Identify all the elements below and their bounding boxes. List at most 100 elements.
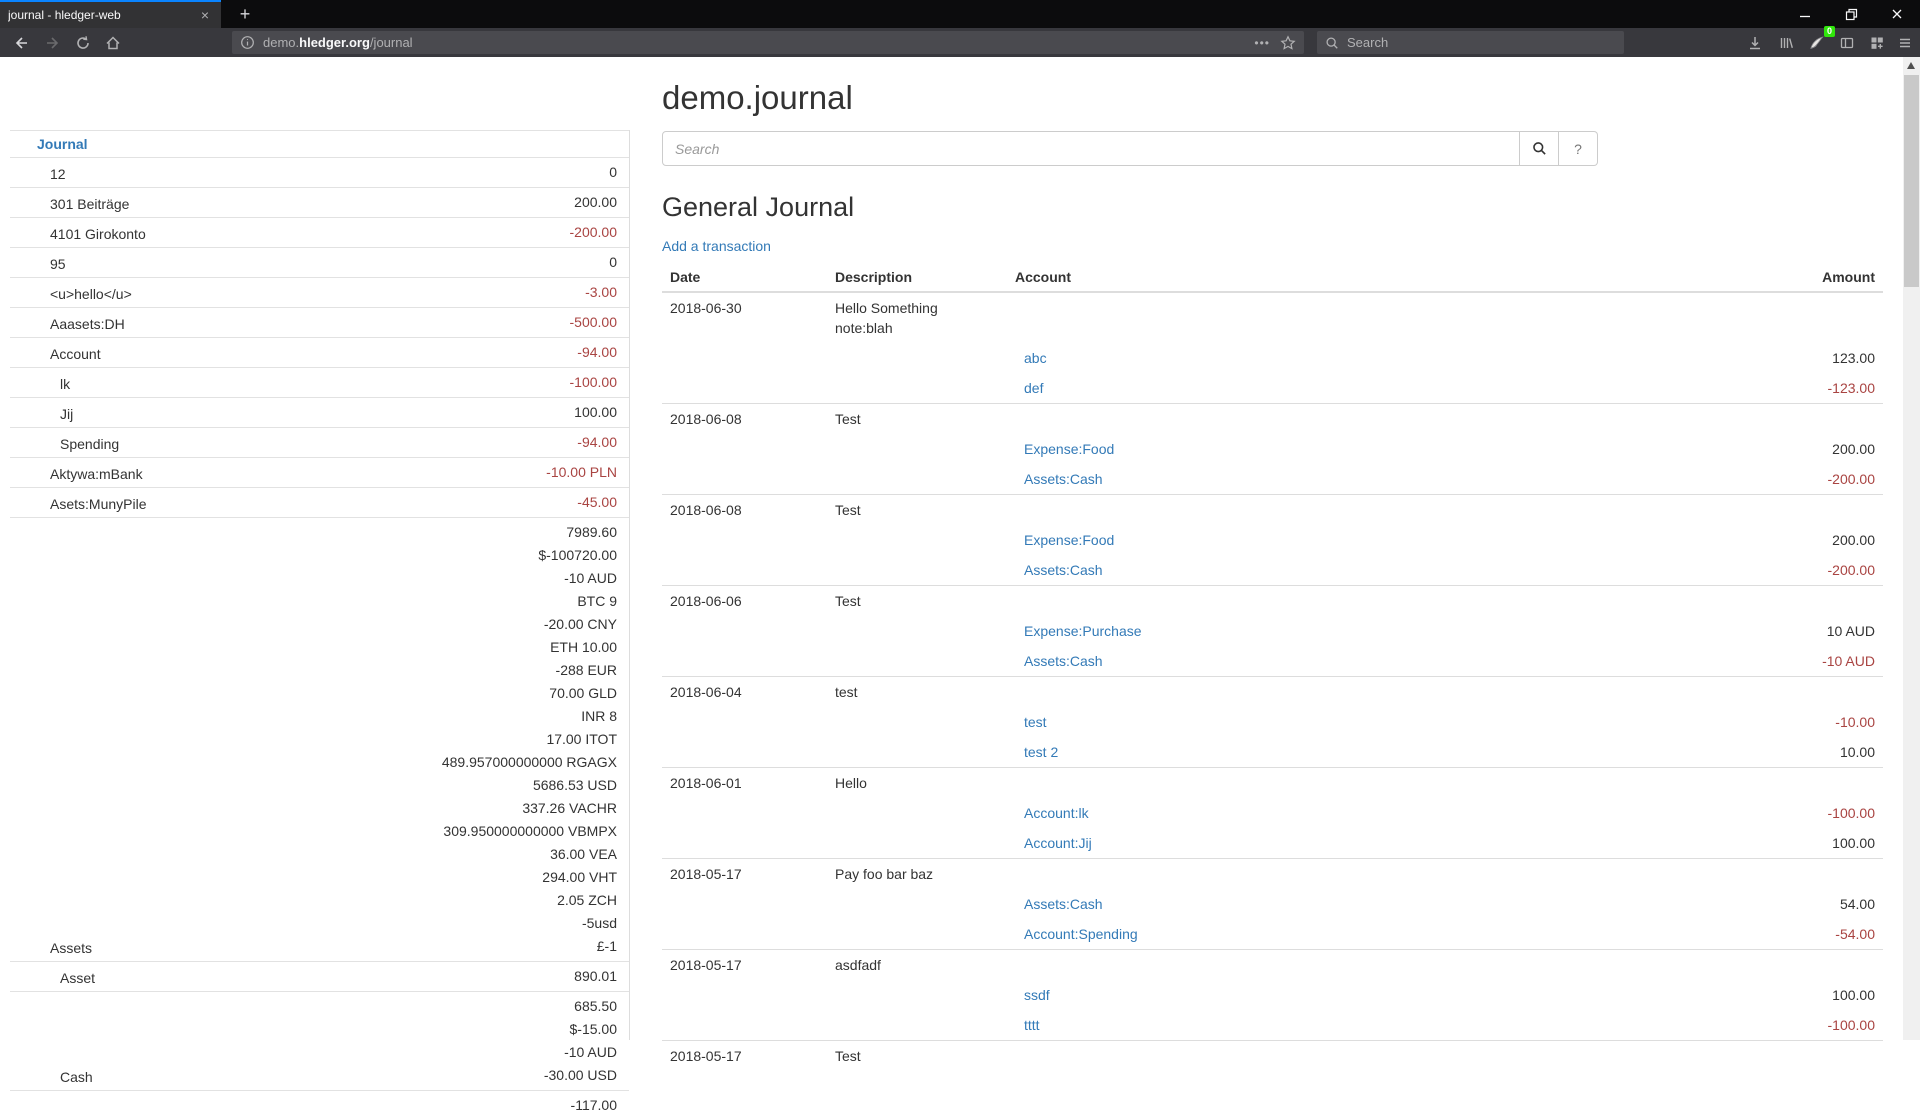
- posting-row: Account:lk -100.00: [662, 798, 1883, 828]
- sidebar-account-link[interactable]: Account: [50, 344, 577, 364]
- posting-amount: 100.00: [1453, 980, 1883, 1010]
- sidebar-account-link[interactable]: Asset: [60, 968, 574, 988]
- posting-account-link[interactable]: Expense:Food: [1015, 441, 1114, 457]
- posting-account-link[interactable]: Expense:Food: [1015, 532, 1114, 548]
- search-icon: [1325, 36, 1339, 50]
- scrollbar-thumb[interactable]: [1904, 75, 1919, 287]
- posting-row: Expense:Food200.00: [662, 525, 1883, 555]
- posting-account-link[interactable]: tttt: [1015, 1017, 1040, 1033]
- posting-account-link[interactable]: Account:lk: [1015, 805, 1089, 821]
- posting-account-link[interactable]: Assets:Cash: [1015, 896, 1103, 912]
- balance-amount: 7989.60: [442, 521, 617, 544]
- bookmark-star-icon[interactable]: [1280, 35, 1296, 51]
- scroll-up-arrow-icon[interactable]: [1907, 62, 1915, 69]
- extension-button[interactable]: 0: [1803, 30, 1829, 55]
- sidebar-account-link[interactable]: Spending: [60, 434, 577, 454]
- sidebar-account-link[interactable]: 95: [50, 254, 609, 274]
- sidebar-account-link[interactable]: Jij: [60, 404, 574, 424]
- posting-amount: -100.00: [1453, 798, 1883, 828]
- transaction-row: 2018-06-08Test: [662, 404, 1883, 435]
- forward-button[interactable]: [40, 30, 66, 55]
- page-scrollbar[interactable]: [1903, 57, 1920, 1040]
- sidebar-account-balance: -94.00: [577, 431, 617, 454]
- minimize-button[interactable]: [1782, 0, 1828, 28]
- posting-account-link[interactable]: Assets:Cash: [1015, 471, 1103, 487]
- chrome-search-bar[interactable]: Search: [1317, 31, 1624, 54]
- sidebar-account-link[interactable]: <u>hello</u>: [50, 284, 585, 304]
- sidebar-account-link[interactable]: 12: [50, 164, 609, 184]
- posting-row: test 210.00: [662, 737, 1883, 768]
- sidebar-account-row: Jij100.00: [10, 397, 629, 427]
- sidebar-account-link[interactable]: Cash: [60, 1067, 544, 1087]
- balance-amount: 685.50: [544, 995, 617, 1018]
- transaction-date: 2018-05-17: [662, 950, 827, 981]
- search-help-button[interactable]: ?: [1559, 131, 1598, 166]
- transaction-row: 2018-06-08Test: [662, 495, 1883, 526]
- journal-search-input[interactable]: [662, 131, 1520, 166]
- balance-amount: -100.00: [570, 371, 617, 394]
- transaction-date: 2018-06-08: [662, 404, 827, 435]
- posting-account-link[interactable]: Expense:Purchase: [1015, 623, 1142, 639]
- restore-button[interactable]: [1828, 0, 1874, 28]
- balance-amount: 890.01: [574, 965, 617, 988]
- posting-account-link[interactable]: Account:Jij: [1015, 835, 1092, 851]
- sidebar-journal-link[interactable]: Journal: [37, 134, 617, 154]
- sidebar-account-balance: -45.00: [577, 491, 617, 514]
- balance-amount: 17.00 ITOT: [442, 728, 617, 751]
- balance-amount: 100.00: [574, 401, 617, 424]
- back-button[interactable]: [8, 30, 34, 55]
- home-button[interactable]: [100, 30, 126, 55]
- balance-amount: -10.00 PLN: [546, 461, 617, 484]
- posting-account-link[interactable]: abc: [1015, 350, 1047, 366]
- balance-amount: 200.00: [574, 191, 617, 214]
- sidebar-account-row: Asets:MunyPile-45.00: [10, 487, 629, 517]
- restore-icon: [1845, 8, 1858, 21]
- posting-amount: -54.00: [1453, 919, 1883, 950]
- transaction-date: 2018-05-17: [662, 1041, 827, 1072]
- sidebar-account-link[interactable]: 301 Beiträge: [50, 194, 574, 214]
- forward-icon: [45, 35, 61, 51]
- posting-account-link[interactable]: Account:Spending: [1015, 926, 1138, 942]
- downloads-button[interactable]: [1742, 30, 1768, 55]
- add-transaction-link[interactable]: Add a transaction: [662, 238, 771, 254]
- library-button[interactable]: [1773, 30, 1799, 55]
- posting-account-link[interactable]: test 2: [1015, 744, 1058, 760]
- close-window-button[interactable]: [1874, 0, 1920, 28]
- browser-tab[interactable]: journal - hledger-web ×: [0, 0, 221, 28]
- new-tab-button[interactable]: +: [230, 0, 260, 28]
- sidebar-account-link[interactable]: Aktywa:mBank: [50, 464, 546, 484]
- posting-account-link[interactable]: ssdf: [1015, 987, 1050, 1003]
- home-icon: [105, 35, 121, 51]
- journal-search-button[interactable]: [1520, 131, 1559, 166]
- transaction-row: 2018-06-06Test: [662, 586, 1883, 617]
- sidebar-account-link[interactable]: lk: [60, 374, 570, 394]
- transaction-description: Pay foo bar baz: [827, 859, 1007, 890]
- posting-account-link[interactable]: Assets:Cash: [1015, 562, 1103, 578]
- posting-account-link[interactable]: def: [1015, 380, 1043, 396]
- balance-amount: -200.00: [570, 221, 617, 244]
- sidebar-account-balance: 890.01: [574, 965, 617, 988]
- balance-amount: -94.00: [577, 431, 617, 454]
- posting-account-link[interactable]: test: [1015, 714, 1047, 730]
- sidebar-account-link[interactable]: Aaasets:DH: [50, 314, 570, 334]
- balance-amount: -288 EUR: [442, 659, 617, 682]
- posting-account-link[interactable]: Assets:Cash: [1015, 653, 1103, 669]
- sidebar-account-link[interactable]: Asets:MunyPile: [50, 494, 577, 514]
- sidebar-account-link[interactable]: 4101 Girokonto: [50, 224, 570, 244]
- tab-close-icon[interactable]: ×: [197, 8, 213, 22]
- transaction-description: Test: [827, 495, 1007, 526]
- reload-button[interactable]: [70, 30, 96, 55]
- page-actions-icon[interactable]: •••: [1254, 36, 1270, 50]
- transaction-description: Hello Something note:blah: [827, 292, 1007, 343]
- sidebar-account-row: Assets7989.60$-100720.00-10 AUDBTC 9-20.…: [10, 517, 629, 961]
- apps-button[interactable]: [1864, 30, 1890, 55]
- transaction-date: 2018-06-04: [662, 677, 827, 708]
- sidebar-account-row: 301 Beiträge200.00: [10, 187, 629, 217]
- url-bar[interactable]: demo.hledger.org/journal •••: [232, 31, 1304, 54]
- balance-amount: ETH 10.00: [442, 636, 617, 659]
- transaction-description: Test: [827, 404, 1007, 435]
- sidebar-toggle-button[interactable]: [1834, 30, 1860, 55]
- sidebar-account-link[interactable]: Assets: [50, 938, 442, 958]
- posting-amount: 200.00: [1453, 434, 1883, 464]
- menu-button[interactable]: [1892, 30, 1918, 55]
